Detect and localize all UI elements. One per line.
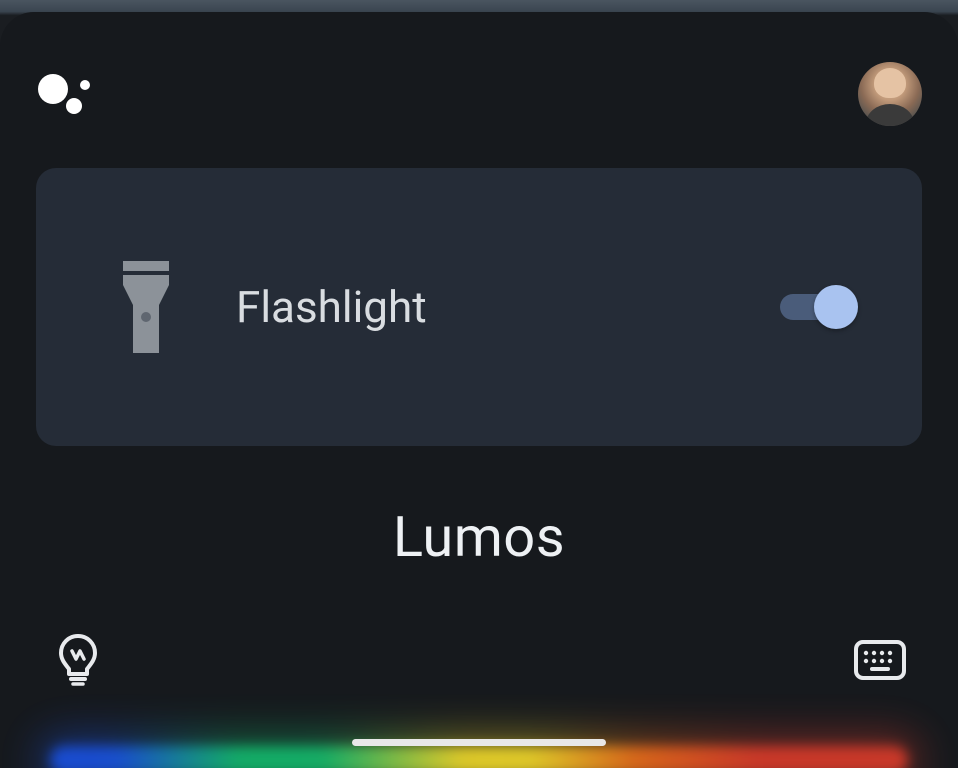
flashlight-card: Flashlight bbox=[36, 168, 922, 446]
user-avatar[interactable] bbox=[858, 62, 922, 126]
explore-button[interactable] bbox=[58, 634, 98, 686]
flashlight-icon bbox=[116, 259, 176, 355]
home-indicator[interactable] bbox=[352, 739, 606, 746]
lightbulb-icon bbox=[58, 634, 98, 686]
header-bar bbox=[0, 12, 958, 162]
flashlight-label: Flashlight bbox=[236, 281, 427, 333]
flashlight-toggle[interactable] bbox=[780, 285, 858, 329]
keyboard-icon bbox=[854, 640, 906, 680]
assistant-logo-icon[interactable] bbox=[38, 70, 92, 120]
bottom-action-bar bbox=[0, 628, 958, 688]
voice-input-text: Lumos bbox=[0, 504, 958, 570]
keyboard-button[interactable] bbox=[854, 640, 906, 680]
listening-indicator bbox=[50, 746, 908, 768]
toggle-thumb bbox=[814, 285, 858, 329]
assistant-panel: Flashlight Lumos bbox=[0, 12, 958, 768]
